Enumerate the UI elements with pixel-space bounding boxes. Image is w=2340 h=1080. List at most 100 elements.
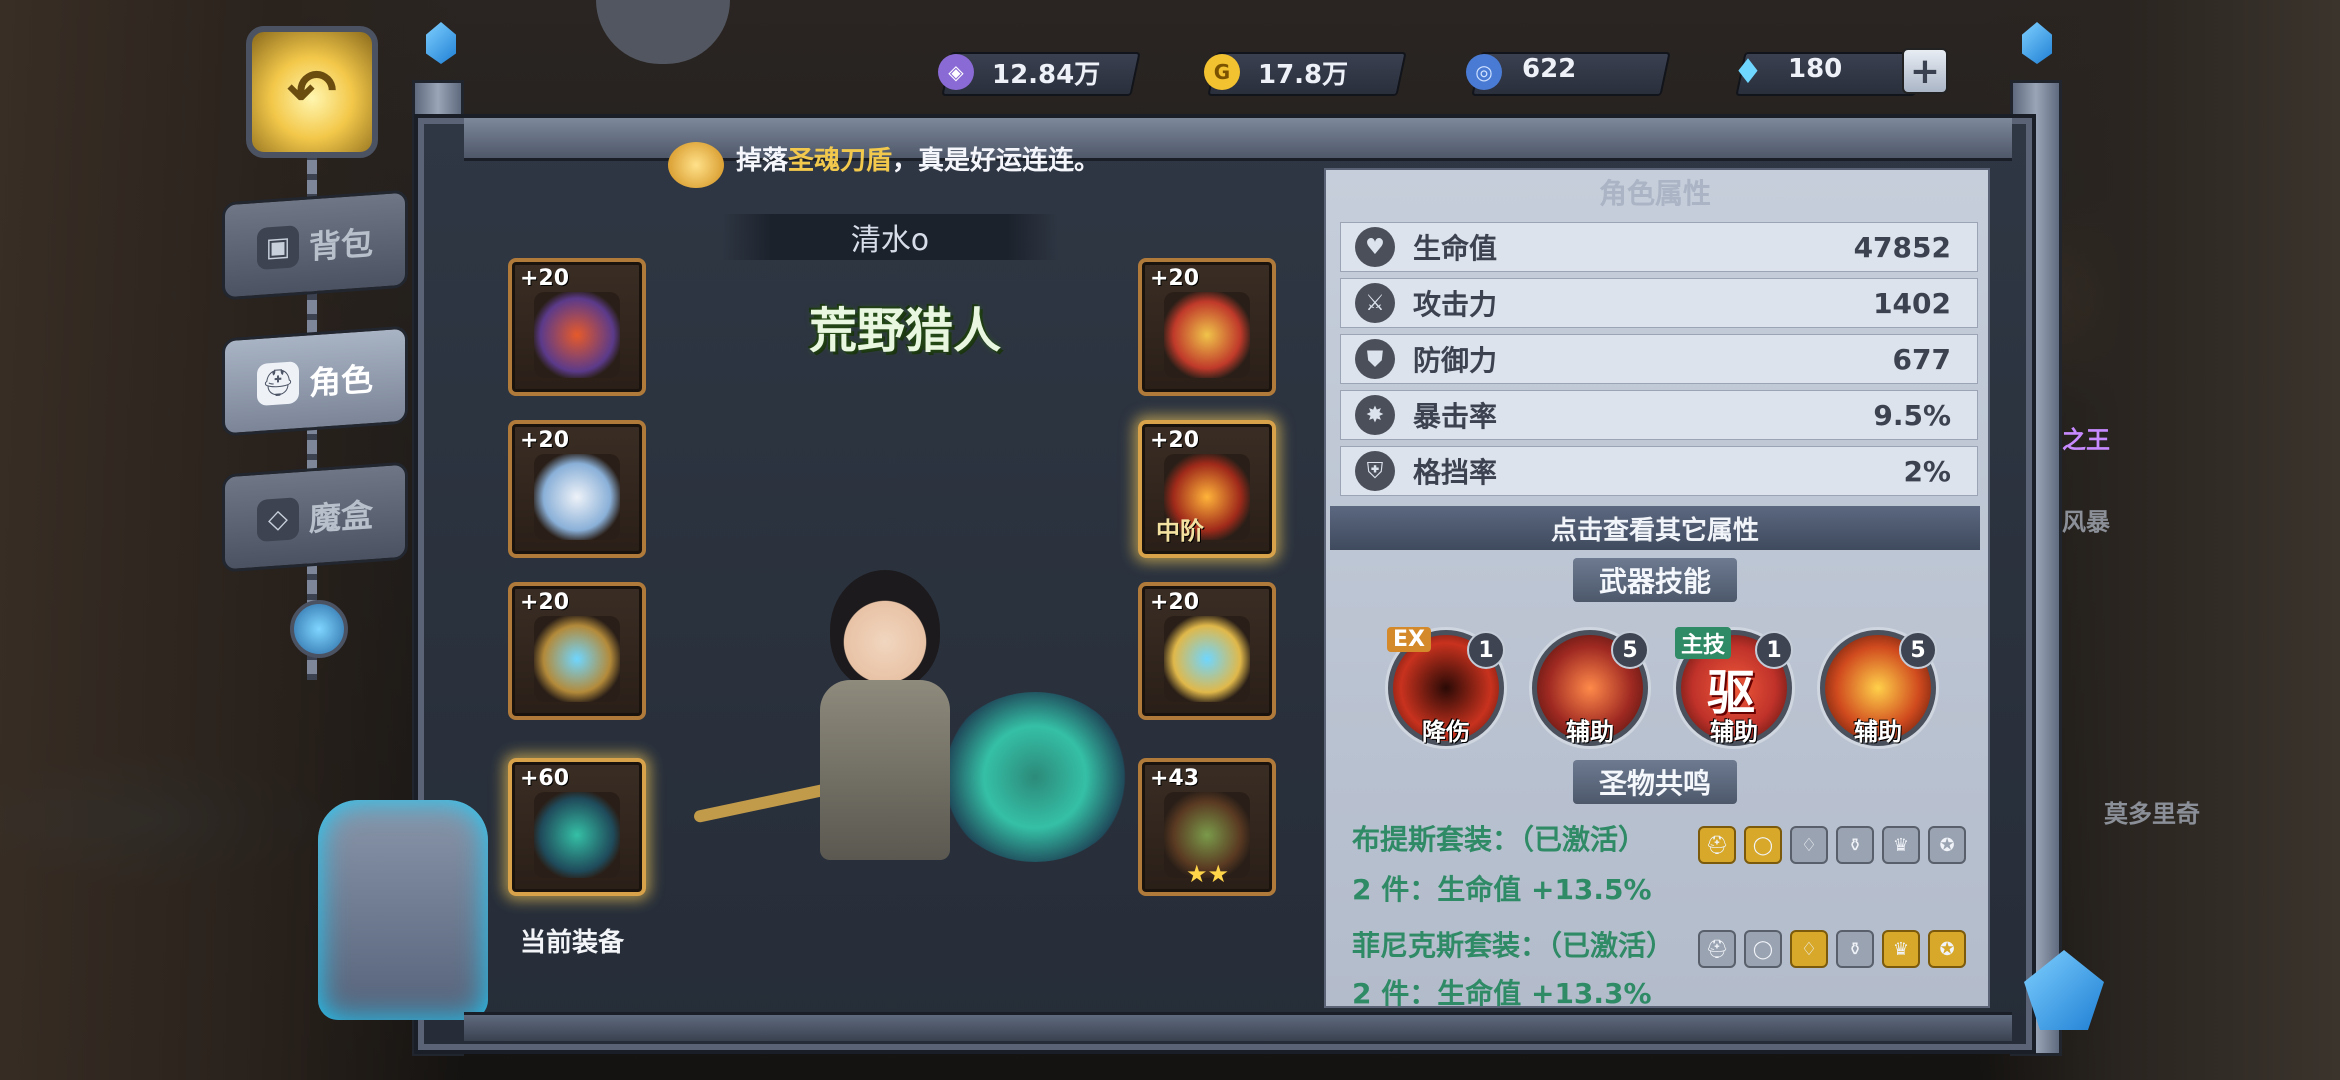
notice-item-name: 圣魂刀盾 bbox=[788, 146, 893, 176]
skill-level: 5 bbox=[1899, 631, 1937, 669]
equip-slot-armor[interactable]: +20 bbox=[508, 420, 646, 558]
current-equip-label: 当前装备 bbox=[520, 928, 625, 958]
relic-medal-icon[interactable]: ✪ bbox=[1928, 930, 1966, 968]
skill-support-1[interactable]: 5 辅助 bbox=[1532, 630, 1649, 746]
character-title: 荒野猎人 bbox=[808, 303, 1001, 359]
window-bottom-bar bbox=[464, 1012, 2012, 1041]
ring-icon bbox=[1164, 292, 1250, 378]
slot-level: +43 bbox=[1150, 766, 1200, 791]
attr-value: 677 bbox=[1892, 342, 1951, 376]
relic-necklace-icon[interactable]: ♢ bbox=[1790, 930, 1828, 968]
back-button[interactable]: ↶ bbox=[246, 26, 378, 158]
relic-helmet-icon[interactable]: ⛑ bbox=[1698, 826, 1736, 864]
block-icon: ⛨ bbox=[1355, 451, 1395, 491]
nav-backpack-button[interactable]: ▣ 背包 bbox=[222, 189, 408, 301]
relic-trophy-icon[interactable]: ♛ bbox=[1882, 930, 1920, 968]
helmet-icon bbox=[534, 292, 620, 378]
megaphone-icon bbox=[668, 142, 724, 188]
attr-label: 防御力 bbox=[1413, 344, 1498, 377]
attr-label: 暴击率 bbox=[1413, 400, 1498, 433]
relic-medal-icon[interactable]: ✪ bbox=[1928, 826, 1966, 864]
axe-icon bbox=[534, 792, 620, 878]
relic-necklace-icon[interactable]: ♢ bbox=[1790, 826, 1828, 864]
slot-level: +20 bbox=[520, 428, 570, 453]
nav-magicbox-label: 魔盒 bbox=[308, 495, 373, 539]
add-diamond-button[interactable]: + bbox=[1902, 48, 1948, 94]
relic-set-icons-2: ⛑ ◯ ♢ ⚱ ♛ ✪ bbox=[1698, 930, 1966, 968]
notice-text-post: ，真是好运连连。 bbox=[892, 146, 1101, 176]
attr-value: 1402 bbox=[1873, 286, 1951, 320]
attr-label: 攻击力 bbox=[1413, 288, 1498, 321]
relic-helmet-icon[interactable]: ⛑ bbox=[1698, 930, 1736, 968]
attributes-title: 角色属性 bbox=[1598, 177, 1711, 210]
bg-text-place: 莫多里奇 bbox=[2104, 800, 2200, 828]
skill-ex-damage-reduction[interactable]: EX 1 降伤 bbox=[1387, 627, 1505, 746]
staff-icon bbox=[534, 616, 620, 702]
armor-icon bbox=[534, 454, 620, 540]
skill-label: 辅助 bbox=[1566, 718, 1614, 746]
relic-ring-icon[interactable]: ◯ bbox=[1744, 826, 1782, 864]
equip-slot-ring[interactable]: +20 bbox=[1138, 258, 1276, 396]
skill-support-2[interactable]: 5 辅助 bbox=[1820, 630, 1937, 746]
attr-row-crit: ✸ 暴击率 9.5% bbox=[1340, 390, 1978, 440]
slot-level: +20 bbox=[1150, 590, 1200, 615]
backpack-icon: ▣ bbox=[256, 225, 299, 271]
nav-character-button[interactable]: ⛑ 角色 bbox=[222, 325, 408, 437]
skill-level: 5 bbox=[1611, 631, 1649, 669]
relic-bottles-icon[interactable]: ⚱ bbox=[1836, 826, 1874, 864]
nav-orb-icon bbox=[290, 600, 348, 658]
shield-icon: ⛊ bbox=[1355, 339, 1395, 379]
slot-level: +20 bbox=[520, 266, 570, 291]
currency-gold-value: 17.8万 bbox=[1258, 60, 1349, 90]
slot-level: +60 bbox=[520, 766, 570, 791]
skill-label: 辅助 bbox=[1854, 718, 1902, 746]
relic-trophy-icon[interactable]: ♛ bbox=[1882, 826, 1920, 864]
equip-slot-amulet[interactable]: +20 中阶 bbox=[1138, 420, 1276, 558]
sword-icon: ⚔ bbox=[1355, 283, 1395, 323]
hero-body bbox=[820, 680, 950, 860]
currency-orb-value: 622 bbox=[1522, 54, 1577, 84]
purple-crystal-icon: ◈ bbox=[938, 54, 974, 90]
star-rating: ★★ bbox=[1186, 860, 1230, 888]
magic-box-icon: ◇ bbox=[256, 497, 299, 543]
relic-bottles-icon[interactable]: ⚱ bbox=[1836, 930, 1874, 968]
attr-row-block: ⛨ 格挡率 2% bbox=[1340, 446, 1978, 496]
relic-set-name-2: 菲尼克斯套装：（已激活） bbox=[1352, 929, 1675, 962]
skill-main-support[interactable]: 主技 1 驱 辅助 bbox=[1675, 627, 1793, 746]
attr-value: 47852 bbox=[1853, 230, 1951, 264]
equip-slot-scepter[interactable]: +20 bbox=[1138, 582, 1276, 720]
relic-set-icons-1: ⛑ ◯ ♢ ⚱ ♛ ✪ bbox=[1698, 826, 1966, 864]
slot-level: +20 bbox=[520, 590, 570, 615]
relic-ring-icon[interactable]: ◯ bbox=[1744, 930, 1782, 968]
helmet-icon: ⛑ bbox=[256, 361, 299, 407]
equip-slot-weapon[interactable]: +60 bbox=[508, 758, 646, 896]
slot-level: +20 bbox=[1150, 428, 1200, 453]
relic-resonance-title: 圣物共鸣 bbox=[1330, 760, 1980, 804]
skill-level: 1 bbox=[1755, 631, 1793, 669]
character-name-plate: 清水o bbox=[722, 214, 1058, 260]
slot-level: +20 bbox=[1150, 266, 1200, 291]
equip-slot-staff[interactable]: +20 bbox=[508, 582, 646, 720]
notice-text-pre: 掉落 bbox=[736, 146, 789, 176]
attr-row-hp: ♥ 生命值 47852 bbox=[1340, 222, 1978, 272]
slot-grade-tag: 中阶 bbox=[1156, 517, 1204, 545]
back-arrow-icon: ↶ bbox=[286, 57, 338, 127]
skill-label: 降伤 bbox=[1422, 718, 1470, 746]
relic-set-bonus-2: 2 件：生命值 +13.3% bbox=[1352, 977, 1652, 1010]
character-name: 清水o bbox=[850, 223, 930, 258]
skill-label: 辅助 bbox=[1710, 718, 1758, 746]
drop-notice: 掉落圣魂刀盾，真是好运连连。 bbox=[736, 140, 1256, 190]
currency-crystal-value: 12.84万 bbox=[992, 60, 1101, 90]
nav-character-label: 角色 bbox=[308, 359, 373, 403]
diamond-icon: ♦ bbox=[1732, 52, 1764, 92]
view-more-attributes-button[interactable]: 点击查看其它属性 bbox=[1330, 506, 1980, 550]
skill-level: 1 bbox=[1467, 631, 1505, 669]
blue-orb-icon: ◎ bbox=[1466, 54, 1502, 90]
rune-stone-decoration bbox=[318, 800, 488, 1020]
attr-row-defense: ⛊ 防御力 677 bbox=[1340, 334, 1978, 384]
equip-slot-helmet[interactable]: +20 bbox=[508, 258, 646, 396]
skill-ex-tag: EX bbox=[1387, 627, 1431, 652]
nav-magicbox-button[interactable]: ◇ 魔盒 bbox=[222, 461, 408, 573]
equip-slot-relic[interactable]: +43 ★★ bbox=[1138, 758, 1276, 896]
hero-character-model[interactable] bbox=[800, 570, 970, 860]
